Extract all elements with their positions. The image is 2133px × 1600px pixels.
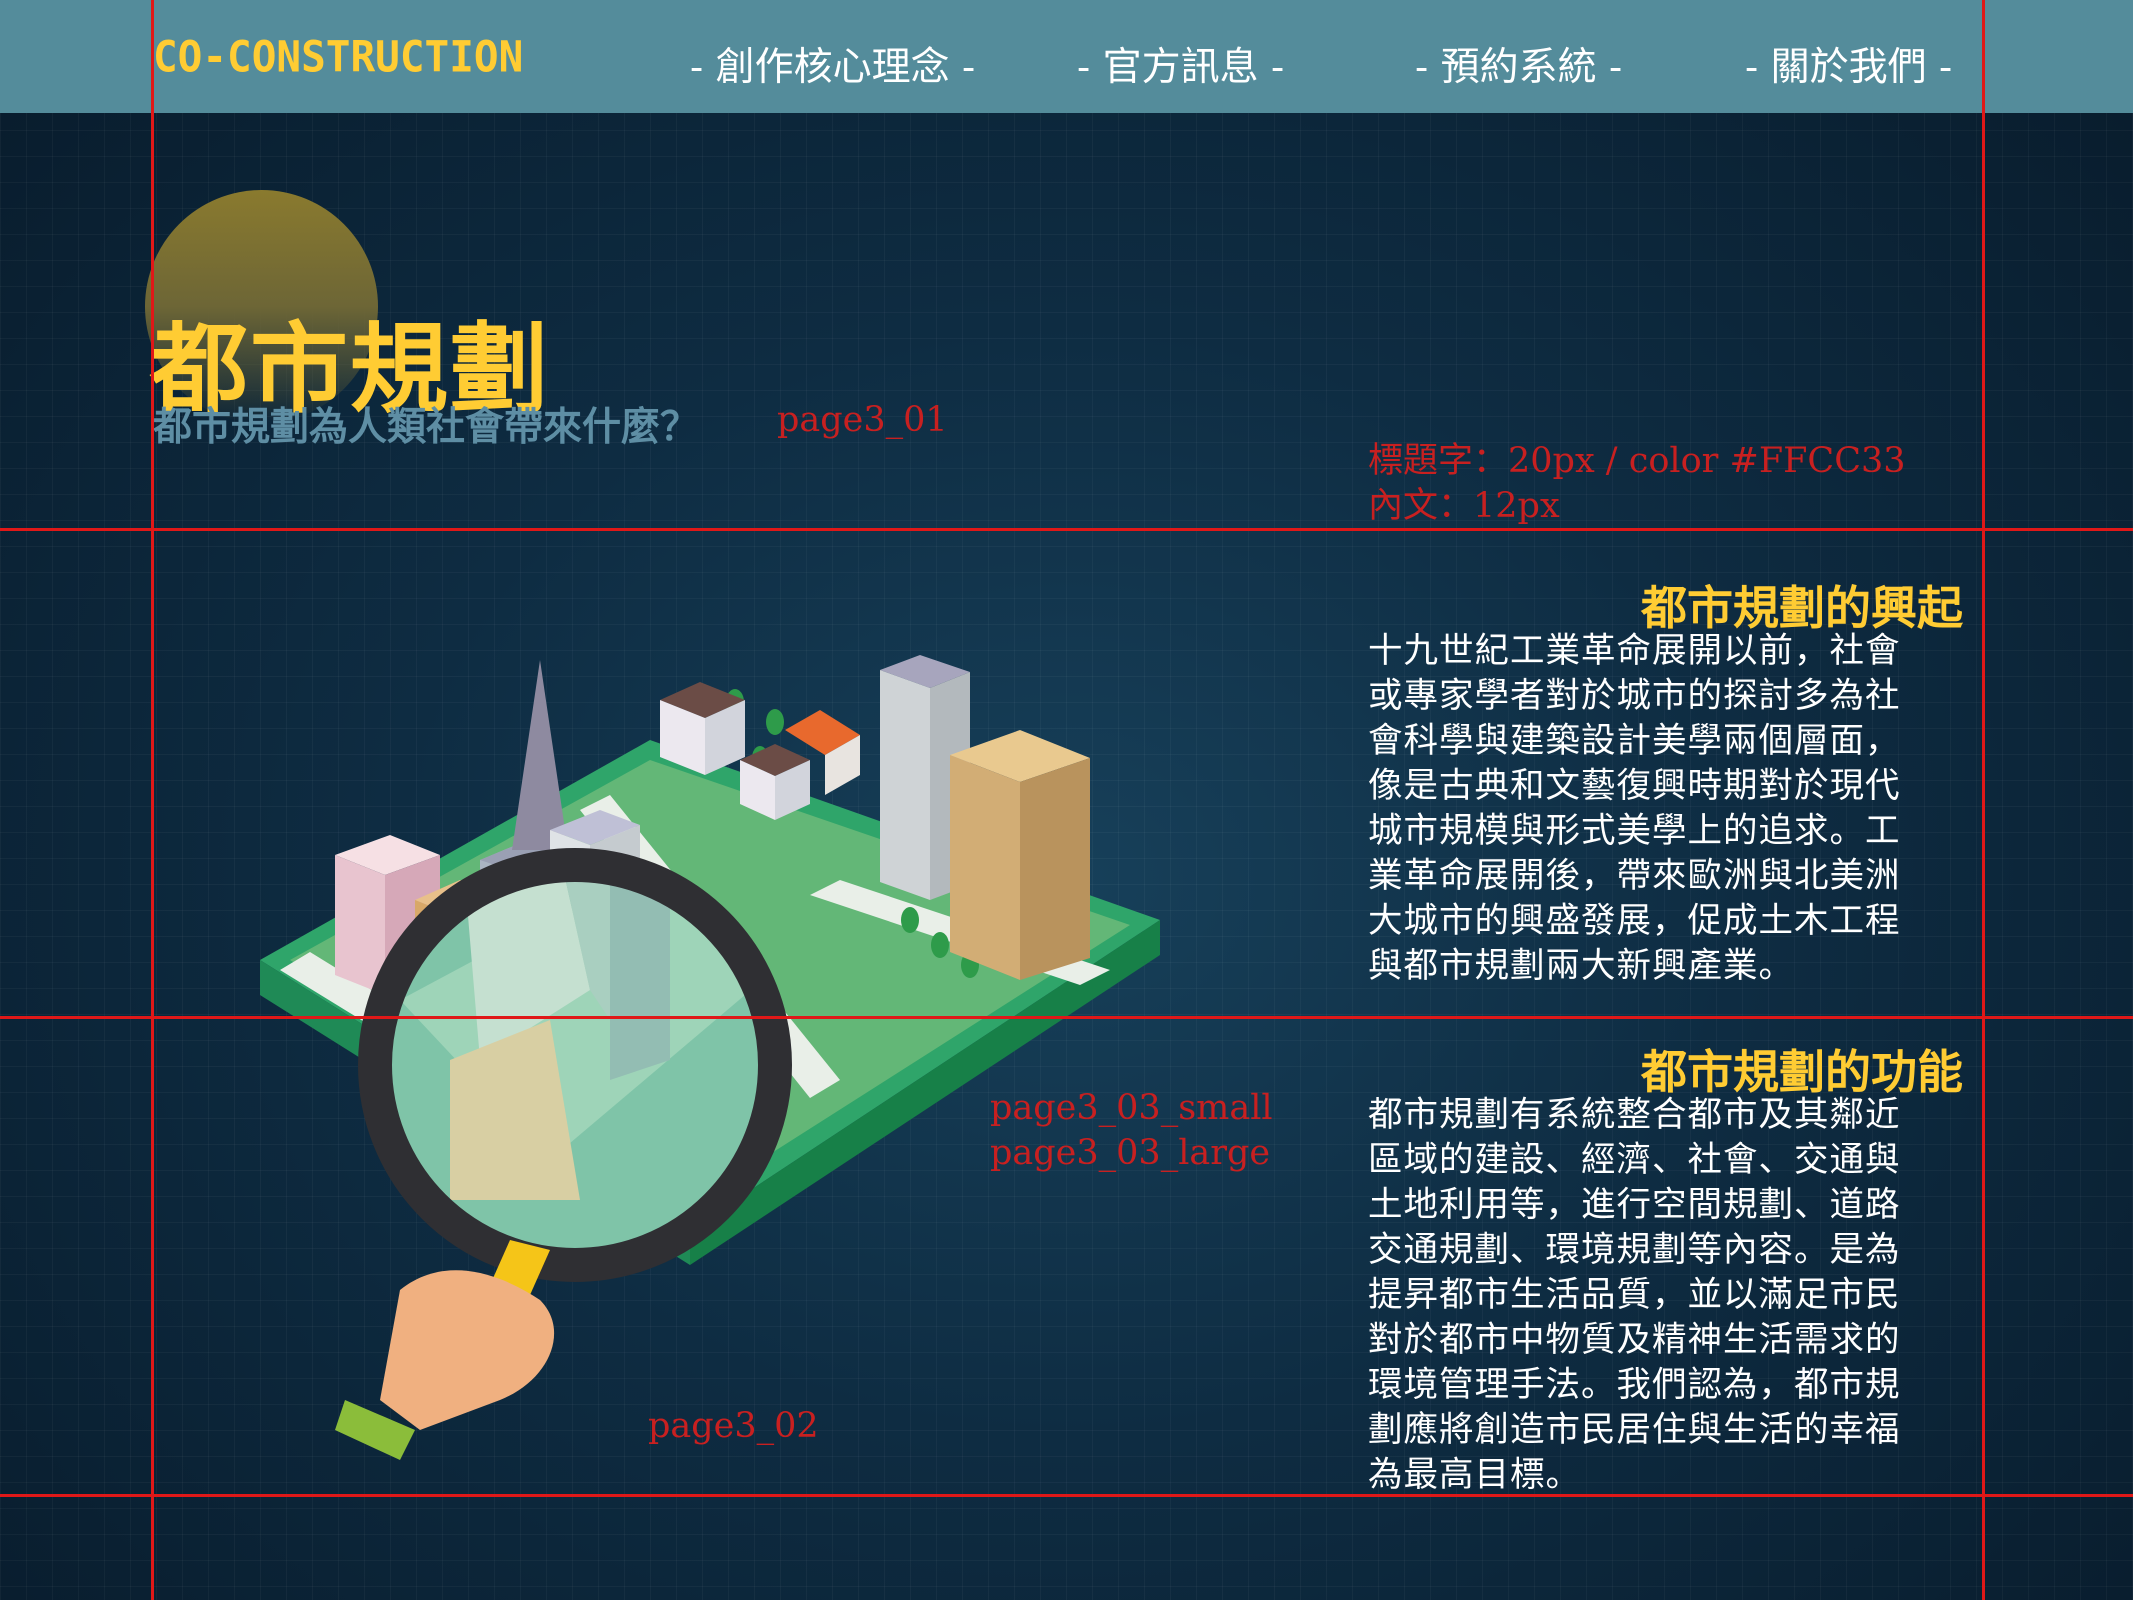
guide-line-vertical bbox=[151, 0, 154, 1600]
annotation-page3-03-large: page3_03_large bbox=[990, 1133, 1271, 1173]
guide-line-horizontal bbox=[0, 1494, 2133, 1497]
nav-item-official-news[interactable]: - 官方訊息 - bbox=[1077, 36, 1284, 92]
section-body-rise: 十九世紀工業革命展開以前，社會或專家學者對於城市的探討多為社會科學與建築設計美學… bbox=[1368, 631, 1901, 986]
guide-line-vertical bbox=[1982, 0, 1985, 1600]
nav-item-booking-system[interactable]: - 預約系統 - bbox=[1415, 36, 1622, 92]
annotation-page3-03-small: page3_03_small bbox=[990, 1088, 1273, 1128]
top-navbar: CO-CONSTRUCTION - 創作核心理念 - - 官方訊息 - - 預約… bbox=[0, 0, 2133, 113]
annotation-page3-01: page3_01 bbox=[777, 400, 948, 440]
annotation-body-style: 內文：12px bbox=[1368, 486, 1560, 526]
page-subtitle: 都市規劃為人類社會帶來什麼？ bbox=[153, 405, 700, 450]
guide-line-horizontal bbox=[0, 1016, 2133, 1019]
site-logo[interactable]: CO-CONSTRUCTION bbox=[153, 32, 523, 82]
section-body-function: 都市規劃有系統整合都市及其鄰近區域的建設、經濟、社會、交通與土地利用等，進行空間… bbox=[1368, 1095, 1901, 1495]
nav-item-about-us[interactable]: - 關於我們 - bbox=[1745, 36, 1952, 92]
guide-line-horizontal bbox=[0, 528, 2133, 531]
city-block-illustration bbox=[260, 655, 1160, 1460]
annotation-title-style: 標題字：20px / color #FFCC33 bbox=[1368, 441, 1906, 481]
nav-item-core-concept[interactable]: - 創作核心理念 - bbox=[690, 36, 975, 92]
hand-icon bbox=[380, 1270, 555, 1430]
annotation-page3-02: page3_02 bbox=[648, 1406, 819, 1446]
